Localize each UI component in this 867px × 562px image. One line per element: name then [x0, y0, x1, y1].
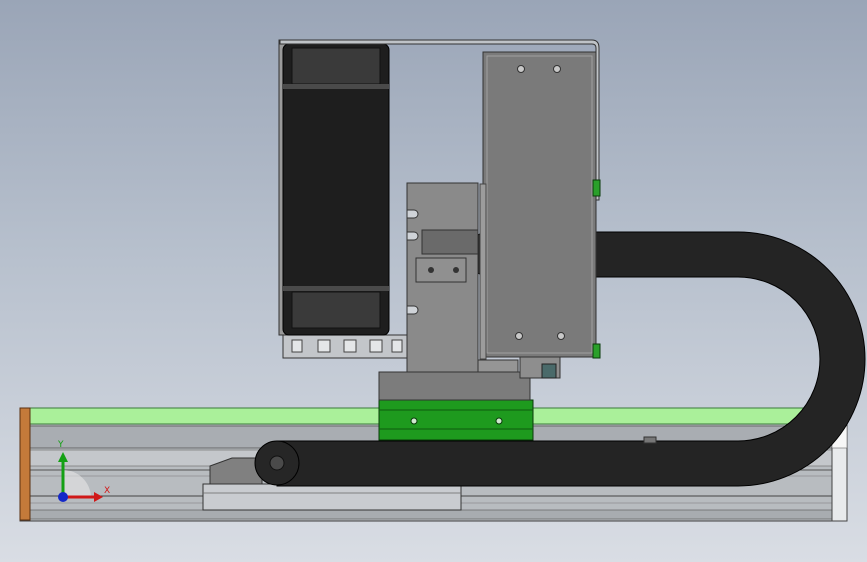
green-carriage [378, 399, 534, 441]
cad-viewport[interactable]: X Y [0, 0, 867, 562]
axis-y-label: Y [58, 440, 64, 450]
cable-chain-lower-pivot [269, 455, 285, 471]
black-drum-housing [278, 39, 390, 336]
aluminum-profile [282, 334, 408, 359]
assembly-drawing [19, 39, 866, 522]
gray-control-box [479, 51, 601, 360]
rail-bolt [643, 436, 657, 444]
axis-x-label: X [104, 486, 111, 496]
left-orange-endcap [19, 407, 31, 521]
